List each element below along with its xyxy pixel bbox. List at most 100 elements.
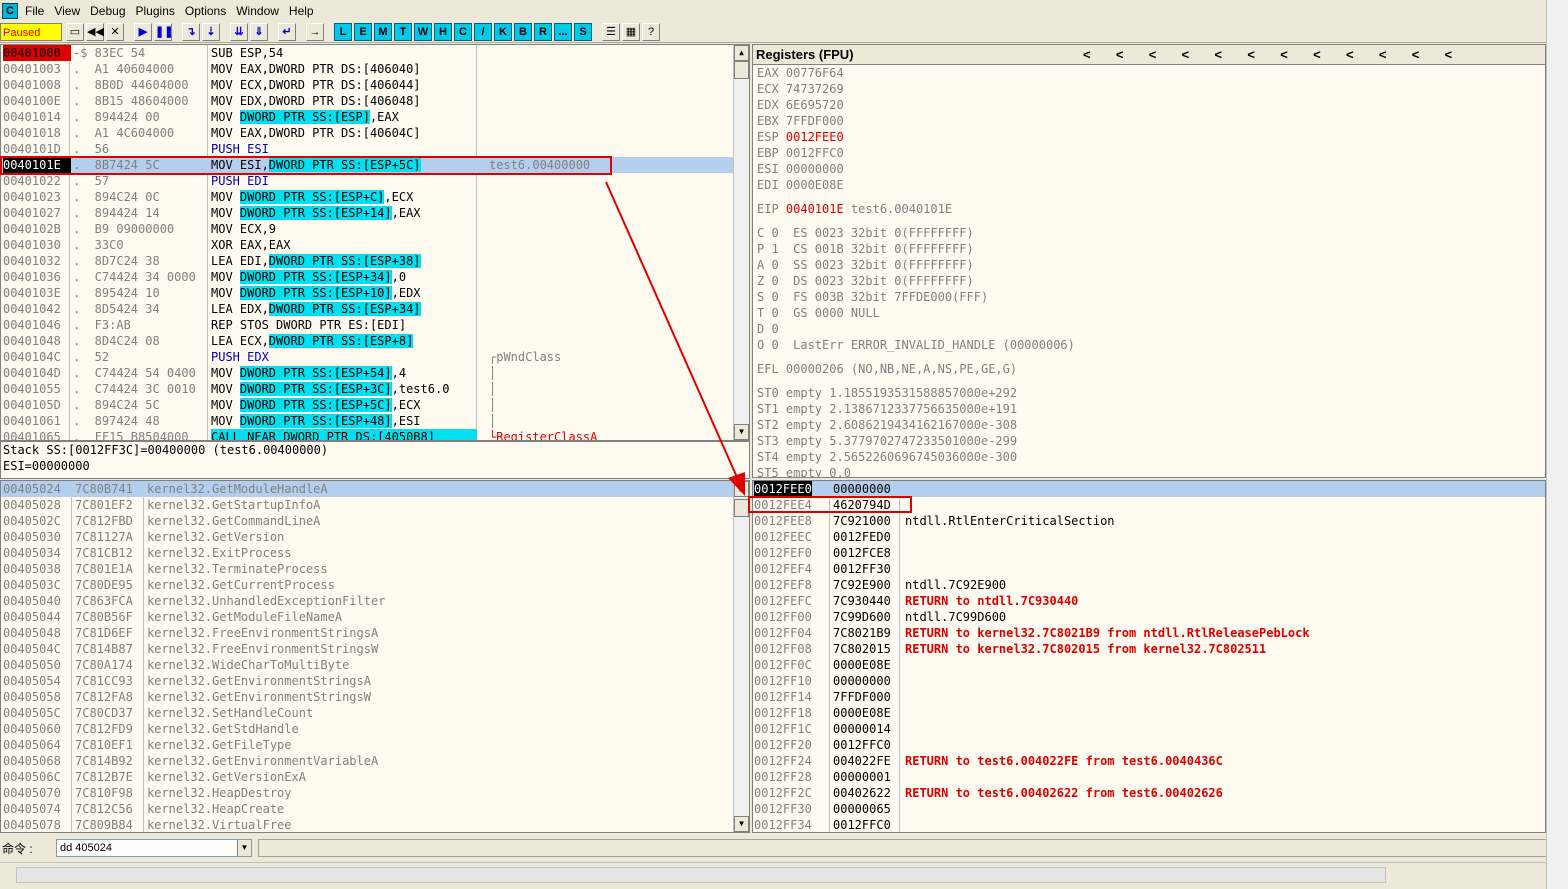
stack-row[interactable]: 0012FF24 004022FE RETURN to test6.004022FE… (753, 753, 1545, 769)
flag-row[interactable]: P 1 CS 001B 32bit 0(FFFFFFFF) (753, 241, 1545, 257)
window-scrollbar[interactable] (1546, 0, 1568, 889)
chevron-left-icon[interactable]: < < < < < < < < < < < < (1083, 45, 1452, 65)
stack-row[interactable]: 0012FEF0 0012FCE8 (753, 545, 1545, 561)
dump-row[interactable]: 00405048 7C81D6EF kernel32.FreeEnvironment… (1, 625, 749, 641)
disassembly-row[interactable]: 00401003 . A1 40604000 MOV EAX,DWORD PTR D… (1, 61, 749, 77)
stack-row[interactable]: 0012FEF4 0012FF30 (753, 561, 1545, 577)
toolbar-button-b[interactable]: B (514, 22, 532, 41)
toolbar-button-h[interactable]: H (434, 22, 452, 41)
pause-icon[interactable]: ❚❚ (154, 22, 173, 41)
toolbar-button-m[interactable]: M (374, 22, 392, 41)
scroll-up-icon[interactable]: ▲ (734, 45, 749, 61)
flag-row[interactable]: C 0 ES 0023 32bit 0(FFFFFFFF) (753, 225, 1545, 241)
stack-row[interactable]: 0012FF0C 0000E08E (753, 657, 1545, 673)
fpu-row[interactable]: ST4 empty 2.5652260696745036000e-300 (753, 449, 1545, 465)
dump-row[interactable]: 00405064 7C810EF1 kernel32.GetFileType (1, 737, 749, 753)
register-row-eip[interactable]: EIP 0040101E test6.0040101E (753, 201, 1545, 217)
efl-row[interactable]: EFL 00000206 (NO,NB,NE,A,NS,PE,GE,G) (753, 361, 1545, 377)
register-row[interactable]: ESP 0012FEE0 (753, 129, 1545, 145)
dump-row[interactable]: 00405038 7C801E1A kernel32.TerminateProces… (1, 561, 749, 577)
stack-row[interactable]: 0012FEE0 00000000 (753, 481, 1545, 497)
dump-row[interactable]: 0040503C 7C80DE95 kernel32.GetCurrentProce… (1, 577, 749, 593)
horizontal-scrollbar[interactable] (0, 862, 1546, 886)
registers-pane[interactable]: Registers (FPU) < < < < < < < < < < < < … (752, 44, 1546, 478)
scroll-thumb[interactable] (16, 867, 1386, 883)
disassembly-row[interactable]: 00401042 . 8D5424 34 LEA EDX,DWORD PTR SS:… (1, 301, 749, 317)
stack-row[interactable]: 0012FEF8 7C92E900 ntdll.7C92E900 (753, 577, 1545, 593)
fpu-row[interactable]: ST2 empty 2.6086219434162167000e-308 (753, 417, 1545, 433)
close-icon[interactable]: ✕ (106, 22, 124, 41)
scroll-down-icon[interactable]: ▼ (734, 816, 749, 832)
register-row[interactable]: EAX 00776F64 (753, 65, 1545, 81)
fpu-row[interactable]: ST3 empty 5.3779702747233501000e-299 (753, 433, 1545, 449)
stack-row[interactable]: 0012FF18 0000E08E (753, 705, 1545, 721)
menu-options[interactable]: Options (185, 4, 233, 18)
toolbar-button-c[interactable]: C (454, 22, 472, 41)
stack-row[interactable]: 0012FF28 00000001 (753, 769, 1545, 785)
disassembly-row[interactable]: 00401000 -$ 83EC 54 SUB ESP,54 (1, 45, 749, 61)
dump-scrollbar[interactable]: ▲ ▼ (733, 481, 749, 832)
disassembly-row[interactable]: 00401018 . A1 4C604000 MOV EAX,DWORD PTR D… (1, 125, 749, 141)
stack-row[interactable]: 0012FF14 7FFDF000 (753, 689, 1545, 705)
flag-row[interactable]: A 0 SS 0023 32bit 0(FFFFFFFF) (753, 257, 1545, 273)
register-row[interactable]: EBP 0012FFC0 (753, 145, 1545, 161)
rewind-icon[interactable]: ◀◀ (86, 22, 104, 41)
dump-row[interactable]: 00405070 7C810F98 kernel32.HeapDestroy (1, 785, 749, 801)
scroll-thumb[interactable] (734, 499, 749, 517)
stack-row[interactable]: 0012FF00 7C99D600 ntdll.7C99D600 (753, 609, 1545, 625)
disassembly-row[interactable]: 00401032 . 8D7C24 38 LEA EDI,DWORD PTR SS:… (1, 253, 749, 269)
toolbar-button-k[interactable]: K (494, 22, 512, 41)
command-input[interactable]: dd 405024 ▼ (56, 839, 252, 857)
dump-row[interactable]: 0040505C 7C80CD37 kernel32.SetHandleCount (1, 705, 749, 721)
toolbar-button-r[interactable]: R (534, 22, 552, 41)
stack-row[interactable]: 0012FF10 00000000 (753, 673, 1545, 689)
dump-row[interactable]: 00405074 7C812C56 kernel32.HeapCreate (1, 801, 749, 817)
scroll-down-icon[interactable]: ▼ (734, 424, 749, 440)
step-into-icon[interactable]: ↴ (182, 22, 200, 41)
menu-help[interactable]: Help (289, 4, 321, 18)
stack-row[interactable]: 0012FEFC 7C930440 RETURN to ntdll.7C930440 (753, 593, 1545, 609)
fpu-row[interactable]: ST0 empty 1.1855193531588857000e+292 (753, 385, 1545, 401)
register-row[interactable]: ECX 74737269 (753, 81, 1545, 97)
fpu-row[interactable]: ST1 empty 2.1386712337756635000e+191 (753, 401, 1545, 417)
disassembly-row[interactable]: 00401061 . 897424 48 MOV DWORD PTR SS:[ESP… (1, 413, 749, 429)
register-row[interactable]: ESI 00000000 (753, 161, 1545, 177)
execute-till-return-icon[interactable]: ↵ (278, 22, 296, 41)
dump-row[interactable]: 00405044 7C80B56F kernel32.GetModuleFileNa… (1, 609, 749, 625)
stack-row[interactable]: 0012FF34 0012FFC0 (753, 817, 1545, 832)
disassembly-row[interactable]: 00401023 . 894C24 0C MOV DWORD PTR SS:[ESP… (1, 189, 749, 205)
dump-row[interactable]: 00405028 7C801EF2 kernel32.GetStartupInfoA (1, 497, 749, 513)
disassembly-row[interactable]: 00401036 . C74424 34 0000 MOV DWORD PTR SS… (1, 269, 749, 285)
disassembly-row[interactable]: 00401046 . F3:AB REP STOS DWORD PTR ES:[ED… (1, 317, 749, 333)
disassembly-row[interactable]: 00401065 . FF15 B8504000 CALL NEAR DWORD P… (1, 429, 749, 440)
flag-row[interactable]: T 0 GS 0000 NULL (753, 305, 1545, 321)
stack-row[interactable]: 0012FEEC 0012FED0 (753, 529, 1545, 545)
flag-row[interactable]: D 0 (753, 321, 1545, 337)
stack-row[interactable]: 0012FF1C 00000014 (753, 721, 1545, 737)
stack-row[interactable]: 0012FEE8 7C921000 ntdll.RtlEnterCriticalSe… (753, 513, 1545, 529)
menu-view[interactable]: View (54, 4, 87, 18)
dump-row[interactable]: 00405030 7C81127A kernel32.GetVersion (1, 529, 749, 545)
dump-row[interactable]: 00405078 7C809B84 kernel32.VirtualFree (1, 817, 749, 832)
dump-row[interactable]: 0040504C 7C814B87 kernel32.FreeEnvironment… (1, 641, 749, 657)
run-icon[interactable]: ▶ (134, 22, 152, 41)
dump-row[interactable]: 00405054 7C81CC93 kernel32.GetEnvironmentS… (1, 673, 749, 689)
disassembly-scrollbar[interactable]: ▲ ▼ (733, 45, 749, 440)
toolbar-button-t[interactable]: T (394, 22, 412, 41)
stack-row[interactable]: 0012FF20 0012FFC0 (753, 737, 1545, 753)
register-row[interactable]: EDX 6E695720 (753, 97, 1545, 113)
disassembly-row[interactable]: 00401030 . 33C0 XOR EAX,EAX (1, 237, 749, 253)
disassembly-row[interactable]: 00401008 . 8B0D 44604000 MOV ECX,DWORD PTR… (1, 77, 749, 93)
register-row[interactable]: EDI 0000E08E (753, 177, 1545, 193)
dump-row[interactable]: 00405058 7C812FA8 kernel32.GetEnvironmentS… (1, 689, 749, 705)
dump-row[interactable]: 00405034 7C81CB12 kernel32.ExitProcess (1, 545, 749, 561)
flag-row[interactable]: S 0 FS 003B 32bit 7FFDE000(FFF) (753, 289, 1545, 305)
dump-row[interactable]: 00405024 7C80B741 kernel32.GetModuleHandle… (1, 481, 749, 497)
disassembly-row[interactable]: 0040103E . 895424 10 MOV DWORD PTR SS:[ESP… (1, 285, 749, 301)
stack-row[interactable]: 0012FF2C 00402622 RETURN to test6.00402622… (753, 785, 1545, 801)
dump-row[interactable]: 00405050 7C80A174 kernel32.WideCharToMulti… (1, 657, 749, 673)
disassembly-row[interactable]: 0040100E . 8B15 48604000 MOV EDX,DWORD PTR… (1, 93, 749, 109)
app-logo-icon[interactable]: C (2, 2, 18, 19)
disassembly-row[interactable]: 00401014 . 894424 00 MOV DWORD PTR SS:[ESP… (1, 109, 749, 125)
grid-icon[interactable]: ▦ (622, 22, 640, 41)
